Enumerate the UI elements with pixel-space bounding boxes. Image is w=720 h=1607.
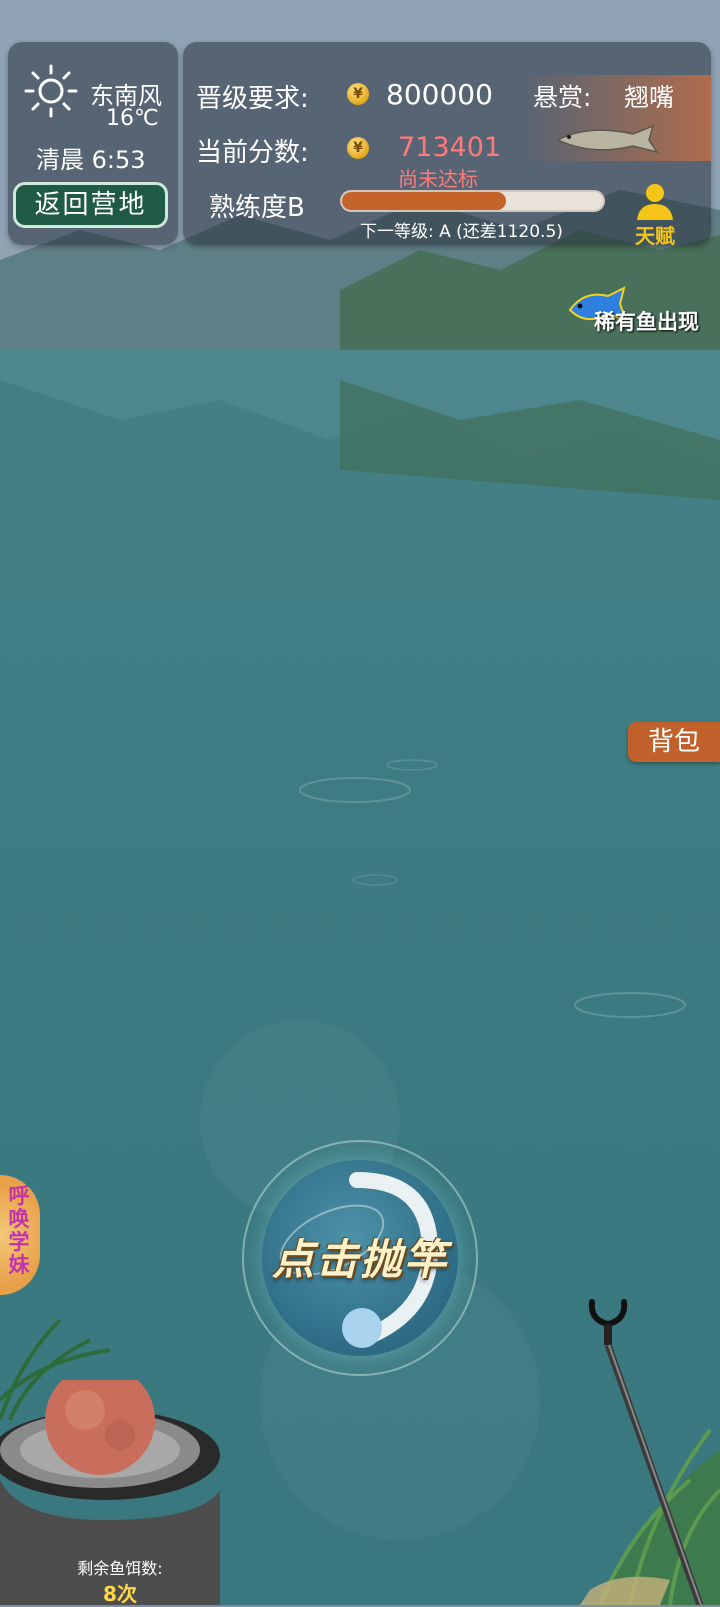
proficiency-progress-bar: [340, 190, 605, 212]
coin-icon: ¥: [347, 83, 369, 105]
bounty-fish-icon: [556, 124, 659, 154]
promotion-label: 晋级要求:: [196, 84, 309, 114]
backpack-button[interactable]: 背包: [628, 722, 720, 762]
bait-remaining-label: 剩余鱼饵数:: [77, 1559, 163, 1578]
next-level-info: 下一等级: A (还差1120.5): [360, 222, 563, 242]
rare-fish-label: 稀有鱼出现: [594, 310, 699, 334]
score-status: 尚未达标: [398, 167, 478, 191]
current-score-label: 当前分数:: [196, 138, 309, 168]
promotion-value: 800000: [386, 78, 493, 111]
talent-icon[interactable]: [633, 182, 677, 220]
bounty-fish-name: 翘嘴: [624, 83, 675, 112]
current-score-value: 713401: [398, 132, 502, 163]
summon-junior-label[interactable]: 呼唤学妹: [7, 1185, 31, 1277]
time-of-day: 清晨 6:53: [36, 146, 146, 174]
talent-label[interactable]: 天赋: [635, 220, 675, 249]
return-camp-button[interactable]: 返回营地: [13, 182, 168, 228]
fishing-rod-stand: [588, 1299, 704, 1605]
coin-icon: ¥: [347, 137, 369, 159]
sun-icon: [24, 64, 78, 118]
proficiency-label: 熟练度B: [209, 193, 305, 223]
bounty-label: 悬赏:: [533, 83, 592, 112]
temperature: 16℃: [106, 106, 159, 131]
bait-remaining-count: 8次: [103, 1582, 137, 1606]
proficiency-progress-fill: [342, 192, 507, 210]
cast-button-label[interactable]: 点击抛竿: [262, 1226, 458, 1287]
